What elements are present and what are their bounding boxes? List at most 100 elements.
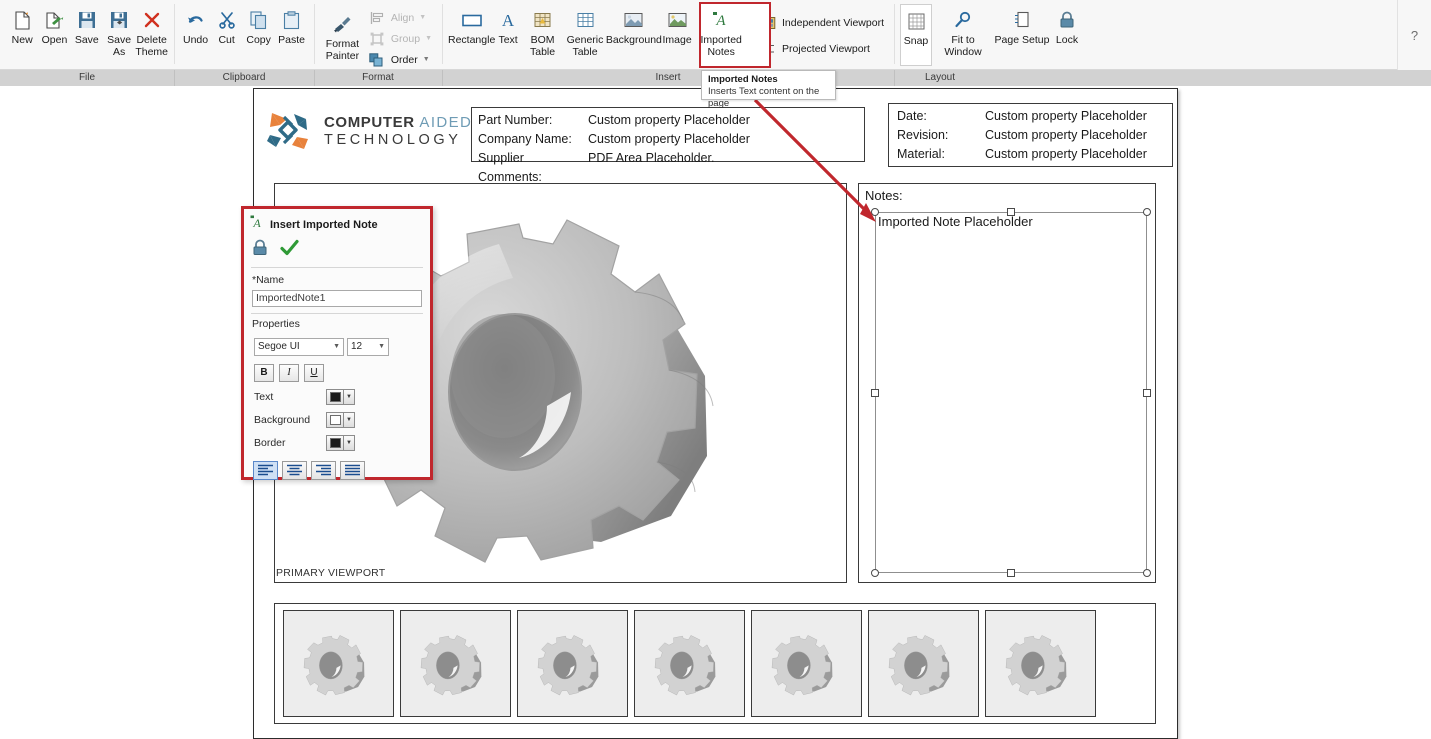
chevron-down-icon[interactable]: ▼ bbox=[414, 14, 426, 21]
paste-clipboard-icon bbox=[283, 8, 300, 32]
paste-button[interactable]: Paste bbox=[275, 4, 308, 62]
thumbnail-item[interactable] bbox=[400, 610, 511, 717]
resize-handle-bottom-right[interactable] bbox=[1143, 569, 1151, 577]
thumbnail-item[interactable] bbox=[985, 610, 1096, 717]
title-block-row: Material: Custom property Placeholder bbox=[897, 145, 1172, 164]
resize-handle-bottom-left[interactable] bbox=[871, 569, 879, 577]
resize-handle-middle-right[interactable] bbox=[1143, 389, 1151, 397]
image-button[interactable]: Image bbox=[662, 4, 692, 62]
lock-button[interactable]: Lock bbox=[1050, 4, 1084, 62]
name-input[interactable] bbox=[252, 289, 422, 307]
logo-wordmark: COMPUTER AIDED TECHNOLOGY bbox=[324, 114, 472, 149]
independent-viewport-button[interactable]: Independent Viewport bbox=[756, 10, 888, 36]
font-size-select[interactable]: 12 ▼ bbox=[347, 337, 389, 356]
align-justify-button[interactable] bbox=[340, 460, 365, 480]
align-center-button[interactable] bbox=[282, 460, 307, 480]
generic-table-label: Generic Table bbox=[566, 34, 604, 58]
font-family-select[interactable]: Segoe UI ▼ bbox=[254, 337, 344, 356]
dialog-header: A Insert Imported Note bbox=[244, 209, 430, 234]
thumbnail-item[interactable] bbox=[283, 610, 394, 717]
chevron-down-icon[interactable]: ▼ bbox=[344, 388, 355, 405]
font-family-value: Segoe UI bbox=[258, 341, 300, 352]
scissors-icon bbox=[218, 8, 236, 32]
border-color-row: Border ▼ bbox=[244, 428, 430, 451]
imported-notes-button[interactable]: A Imported Notes bbox=[692, 4, 750, 62]
rectangle-icon bbox=[461, 8, 483, 32]
order-icon bbox=[367, 52, 387, 67]
resize-handle-top-right[interactable] bbox=[1143, 208, 1151, 216]
background-button[interactable]: Background bbox=[606, 4, 662, 62]
align-left-button[interactable] bbox=[253, 460, 278, 480]
company-name-value: Custom property Placeholder bbox=[588, 132, 750, 146]
fit-to-window-button[interactable]: Fit to Window bbox=[932, 4, 994, 62]
chevron-down-icon[interactable]: ▼ bbox=[420, 35, 432, 42]
italic-button[interactable]: I bbox=[279, 363, 299, 382]
document-canvas[interactable]: COMPUTER AIDED TECHNOLOGY Part Number: C… bbox=[0, 86, 1431, 739]
chevron-down-icon[interactable]: ▼ bbox=[344, 434, 355, 451]
title-block-left[interactable]: Part Number: Custom property Placeholder… bbox=[471, 107, 865, 184]
independent-viewport-label: Independent Viewport bbox=[782, 17, 884, 29]
resize-handle-bottom-center[interactable] bbox=[1007, 569, 1015, 577]
company-name-label: Company Name: bbox=[478, 132, 572, 146]
align-icon bbox=[367, 11, 387, 25]
projected-viewport-button[interactable]: Projected Viewport bbox=[756, 36, 888, 62]
resize-handle-middle-left[interactable] bbox=[871, 389, 879, 397]
group-icon bbox=[367, 32, 387, 46]
open-button[interactable]: Open bbox=[38, 4, 70, 62]
imported-note-selection[interactable]: Imported Note Placeholder bbox=[871, 208, 1151, 577]
undo-button[interactable]: Undo bbox=[180, 4, 211, 62]
border-color-picker[interactable]: ▼ bbox=[326, 434, 355, 451]
align-menu-button[interactable]: Align ▼ bbox=[365, 7, 436, 28]
open-button-label: Open bbox=[41, 34, 68, 46]
green-check-icon[interactable] bbox=[280, 239, 299, 261]
thumbnail-strip[interactable] bbox=[274, 603, 1156, 724]
save-button[interactable]: Save bbox=[71, 4, 103, 62]
primary-viewport-label: PRIMARY VIEWPORT bbox=[276, 567, 386, 579]
align-right-button[interactable] bbox=[311, 460, 336, 480]
lock-icon[interactable] bbox=[252, 239, 268, 261]
generic-table-button[interactable]: Generic Table bbox=[564, 4, 606, 62]
background-color-picker[interactable]: ▼ bbox=[326, 411, 355, 428]
revision-value: Custom property Placeholder bbox=[985, 128, 1147, 142]
copy-button[interactable]: Copy bbox=[242, 4, 275, 62]
cut-button[interactable]: Cut bbox=[211, 4, 242, 62]
thumbnail-item[interactable] bbox=[634, 610, 745, 717]
group-menu-button[interactable]: Group ▼ bbox=[365, 28, 436, 49]
title-block-row: Part Number: Custom property Placeholder bbox=[478, 111, 864, 130]
rectangle-button[interactable]: Rectangle bbox=[448, 4, 495, 62]
bold-button[interactable]: B bbox=[254, 363, 274, 382]
insert-imported-note-dialog[interactable]: A Insert Imported Note *Name Properties … bbox=[241, 206, 433, 480]
help-button[interactable]: ? bbox=[1397, 0, 1431, 70]
format-painter-button[interactable]: Format Painter bbox=[320, 4, 365, 62]
new-button[interactable]: New bbox=[6, 4, 38, 62]
text-color-picker[interactable]: ▼ bbox=[326, 388, 355, 405]
bom-table-button[interactable]: BOM Table bbox=[521, 4, 564, 62]
text-button[interactable]: A Text bbox=[495, 4, 521, 62]
thumbnail-item[interactable] bbox=[868, 610, 979, 717]
background-color-label: Background bbox=[254, 413, 311, 426]
snap-button[interactable]: Snap bbox=[900, 4, 932, 66]
chevron-down-icon[interactable]: ▼ bbox=[418, 56, 430, 63]
fit-to-window-icon bbox=[954, 8, 972, 32]
resize-handle-top-left[interactable] bbox=[871, 208, 879, 216]
underline-button[interactable]: U bbox=[304, 363, 324, 382]
title-block-right[interactable]: Date: Custom property Placeholder Revisi… bbox=[888, 103, 1173, 167]
projected-viewport-label: Projected Viewport bbox=[782, 43, 870, 55]
rectangle-label: Rectangle bbox=[448, 34, 496, 46]
chevron-down-icon[interactable]: ▼ bbox=[344, 411, 355, 428]
properties-section: Properties bbox=[244, 314, 430, 332]
text-color-swatch bbox=[326, 388, 344, 405]
chevron-down-icon: ▼ bbox=[333, 343, 340, 350]
bold-label: B bbox=[260, 367, 268, 378]
align-label: Align bbox=[390, 11, 415, 24]
application-window: New Open Save Save As Delete Theme Undo … bbox=[0, 0, 1431, 739]
save-as-button[interactable]: Save As bbox=[103, 4, 135, 62]
snap-grid-icon bbox=[908, 9, 925, 33]
resize-handle-top-center[interactable] bbox=[1007, 208, 1015, 216]
thumbnail-item[interactable] bbox=[751, 610, 862, 717]
thumbnail-item[interactable] bbox=[517, 610, 628, 717]
delete-theme-button[interactable]: Delete Theme bbox=[135, 4, 168, 62]
notes-viewport[interactable]: Notes: Imported Note Placeholder bbox=[858, 183, 1156, 583]
page-setup-button[interactable]: Page Setup bbox=[994, 4, 1050, 62]
order-menu-button[interactable]: Order ▼ bbox=[365, 49, 436, 70]
